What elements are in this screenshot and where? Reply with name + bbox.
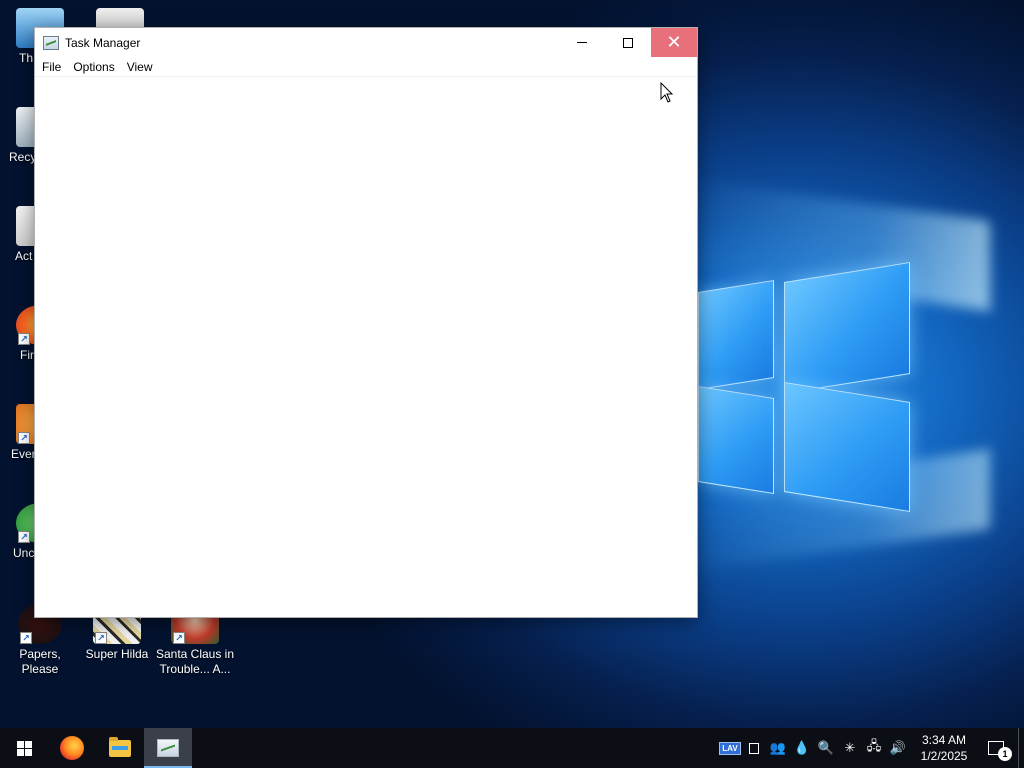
desktop-icon-label: Papers, Please bbox=[19, 647, 61, 676]
lav-tray-button[interactable]: LAV bbox=[718, 728, 742, 768]
shortcut-arrow-icon: ↗ bbox=[18, 333, 30, 345]
square-tray-button[interactable] bbox=[742, 728, 766, 768]
task-manager-icon bbox=[43, 35, 59, 50]
menu-bar: File Options View bbox=[35, 57, 697, 77]
system-tray: LAV 👥 💧 🔍 ✳ 🖧 🔊 3:34 AM 1/2/2025 1 bbox=[718, 728, 1024, 768]
taskbar: LAV 👥 💧 🔍 ✳ 🖧 🔊 3:34 AM 1/2/2025 1 bbox=[0, 728, 1024, 768]
droplet-icon: 💧 bbox=[793, 740, 811, 755]
firefox-icon bbox=[60, 736, 84, 760]
maximize-button[interactable] bbox=[605, 28, 651, 57]
taskbar-firefox[interactable] bbox=[48, 728, 96, 768]
mouse-cursor-icon bbox=[660, 82, 674, 103]
close-icon: ✕ bbox=[666, 31, 682, 53]
shortcut-arrow-icon: ↗ bbox=[18, 531, 30, 543]
search-magnifier-icon: 🔍 bbox=[817, 740, 835, 755]
square-icon bbox=[749, 742, 759, 754]
menu-file[interactable]: File bbox=[41, 60, 67, 74]
lav-icon: LAV bbox=[719, 741, 741, 755]
volume-tray-button[interactable]: 🔊 bbox=[886, 728, 910, 768]
shortcut-arrow-icon: ↗ bbox=[173, 632, 185, 644]
task-manager-icon bbox=[157, 739, 179, 757]
window-titlebar[interactable]: Task Manager ✕ bbox=[35, 28, 697, 57]
minimize-button[interactable] bbox=[559, 28, 605, 57]
search-tray-button[interactable]: 🔍 bbox=[814, 728, 838, 768]
shortcut-arrow-icon: ↗ bbox=[18, 432, 30, 444]
snowflake-icon: ✳ bbox=[844, 740, 856, 755]
notification-count-badge: 1 bbox=[998, 747, 1012, 761]
show-desktop-button[interactable] bbox=[1018, 728, 1024, 768]
start-button[interactable] bbox=[0, 728, 48, 768]
people-tray-button[interactable]: 👥 bbox=[766, 728, 790, 768]
snowflake-tray-button[interactable]: ✳ bbox=[838, 728, 862, 768]
folder-icon bbox=[109, 736, 131, 757]
people-icon: 👥 bbox=[769, 740, 787, 755]
desktop-icon-label: Santa Claus in Trouble... A... bbox=[155, 647, 235, 676]
volume-icon: 🔊 bbox=[889, 740, 907, 755]
shortcut-arrow-icon: ↗ bbox=[20, 632, 32, 644]
window-content-area bbox=[35, 77, 697, 617]
task-manager-window[interactable]: Task Manager ✕ File Options View bbox=[34, 27, 698, 618]
clock-time: 3:34 AM bbox=[921, 733, 967, 747]
droplet-tray-button[interactable]: 💧 bbox=[790, 728, 814, 768]
windows-logo-wallpaper bbox=[698, 262, 912, 512]
desktop-icon-label: Super Hilda bbox=[85, 647, 149, 661]
taskbar-clock[interactable]: 3:34 AM 1/2/2025 bbox=[914, 732, 974, 764]
minimize-icon bbox=[577, 42, 587, 43]
maximize-icon bbox=[623, 37, 633, 48]
clock-date: 1/2/2025 bbox=[920, 749, 968, 763]
window-title: Task Manager bbox=[65, 35, 141, 50]
menu-options[interactable]: Options bbox=[72, 60, 120, 74]
shortcut-arrow-icon: ↗ bbox=[95, 632, 107, 644]
network-tray-button[interactable]: 🖧 bbox=[862, 728, 886, 768]
close-button[interactable]: ✕ bbox=[651, 28, 697, 57]
taskbar-file-explorer[interactable] bbox=[96, 728, 144, 768]
windows-start-icon bbox=[16, 740, 32, 756]
network-icon: 🖧 bbox=[866, 738, 882, 753]
action-center-button[interactable]: 1 bbox=[974, 728, 1018, 768]
menu-view[interactable]: View bbox=[126, 60, 159, 74]
taskbar-task-manager[interactable] bbox=[144, 728, 192, 768]
